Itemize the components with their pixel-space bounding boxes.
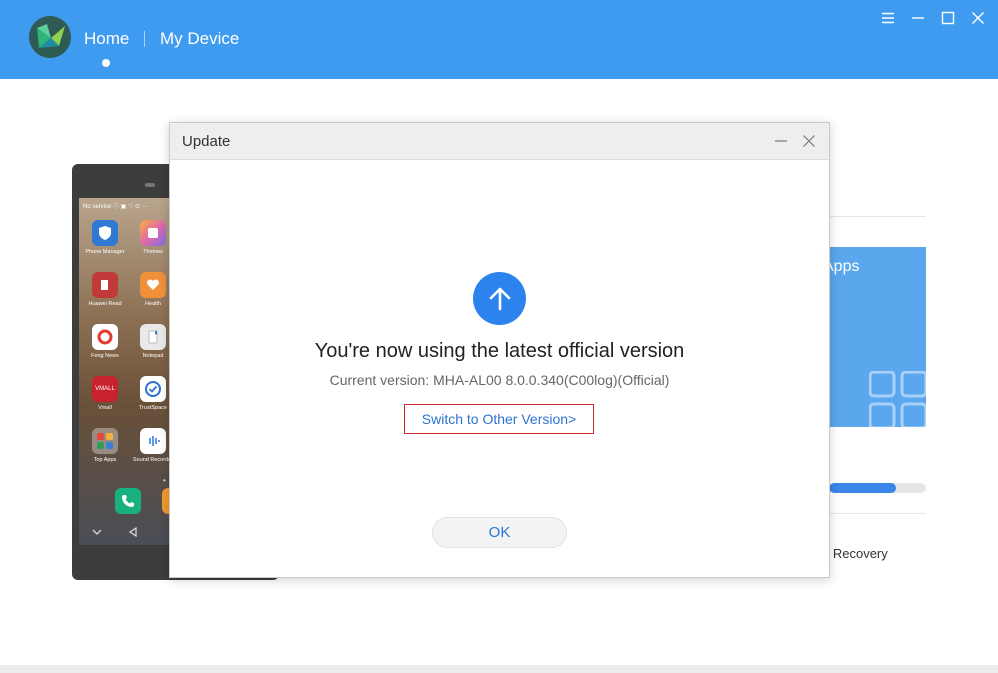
nav-divider xyxy=(144,31,145,47)
app-huawei-read: Huawei Read xyxy=(81,272,129,307)
close-icon[interactable] xyxy=(968,8,988,28)
app-feng-news: Feng News xyxy=(81,324,129,359)
apps-grid-icon xyxy=(869,371,926,427)
arrow-up-icon xyxy=(473,272,526,325)
themes-icon xyxy=(140,220,166,246)
phone-icon xyxy=(115,488,141,514)
footer-strip xyxy=(0,665,998,673)
shield-icon xyxy=(92,220,118,246)
recovery-label[interactable]: n Recovery xyxy=(822,546,888,561)
apps-card[interactable]: Apps 6 xyxy=(829,247,926,427)
vmall-icon: VMALL xyxy=(92,376,118,402)
notepad-icon xyxy=(140,324,166,350)
app-vmall: VMALL Vmall xyxy=(81,376,129,411)
back-icon xyxy=(128,527,137,537)
switch-version-link[interactable]: Switch to Other Version> xyxy=(404,404,594,434)
hisuite-logo-icon xyxy=(29,16,71,58)
close-icon[interactable] xyxy=(800,132,818,150)
current-version-text: Current version: MHA-AL00 8.0.0.340(C00l… xyxy=(329,372,670,388)
update-dialog: Update You're now using the latest offic… xyxy=(169,122,830,578)
trustspace-icon xyxy=(140,376,166,402)
maximize-icon[interactable] xyxy=(938,8,958,28)
app-top-apps: Top Apps xyxy=(81,428,129,463)
phone-speaker xyxy=(145,183,155,187)
phone-status-bar: No service ⓘ ▣ ♡ ⊙ ··· xyxy=(83,204,148,210)
recorder-icon xyxy=(140,428,166,454)
menu-icon[interactable] xyxy=(878,8,898,28)
app-phone-manager: Phone Manager xyxy=(81,220,129,255)
ok-button[interactable]: OK xyxy=(432,517,567,548)
book-icon xyxy=(92,272,118,298)
news-icon xyxy=(92,324,118,350)
dialog-title: Update xyxy=(182,133,231,150)
divider xyxy=(829,216,926,217)
chevron-down-icon xyxy=(92,529,102,535)
dialog-title-bar: Update xyxy=(170,123,829,160)
apps-card-title: Apps xyxy=(829,258,860,275)
heart-icon xyxy=(140,272,166,298)
minimize-icon[interactable] xyxy=(908,8,928,28)
storage-progress-bar xyxy=(829,483,926,493)
folder-icon xyxy=(92,428,118,454)
divider xyxy=(829,513,926,514)
top-bar: Home My Device xyxy=(0,0,998,79)
nav-my-device[interactable]: My Device xyxy=(160,29,239,49)
active-nav-indicator xyxy=(102,59,110,67)
storage-progress-fill xyxy=(829,483,896,493)
update-status-message: You're now using the latest official ver… xyxy=(314,340,685,362)
nav-home[interactable]: Home xyxy=(84,29,129,49)
minimize-icon[interactable] xyxy=(772,132,790,150)
